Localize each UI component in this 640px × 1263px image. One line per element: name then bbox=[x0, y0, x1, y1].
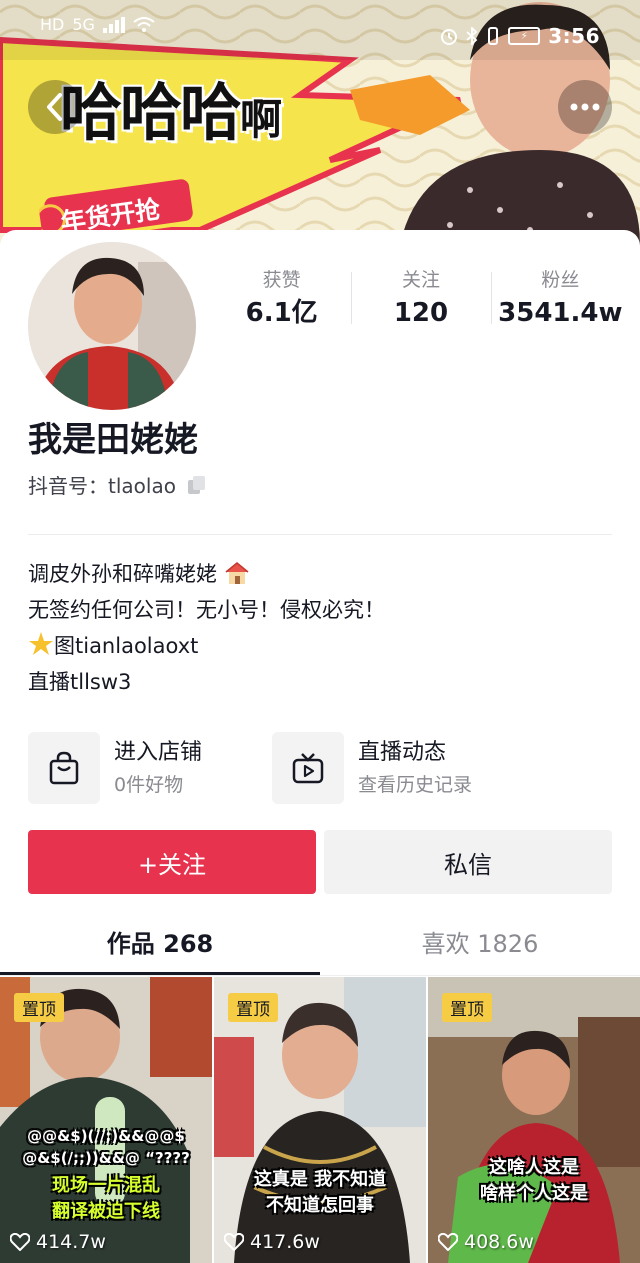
stat-likes-value: 6.1亿 bbox=[245, 298, 318, 328]
video-3-caption-2: 啥样个人这是 bbox=[480, 1183, 588, 1204]
douyin-id-label: 抖音号： bbox=[28, 474, 108, 498]
banner-title: 哈哈哈啊 bbox=[60, 62, 282, 152]
tv-play-icon bbox=[292, 753, 324, 784]
video-thumbnail[interactable]: 置顶 这真是 我不知道 不知道怎回事 417.6w bbox=[214, 977, 426, 1263]
stat-followers-label: 粉丝 bbox=[541, 269, 580, 291]
video-thumbnail[interactable]: 置顶 这啥人这是 啥样个人这是 408.6w bbox=[428, 977, 640, 1263]
shop-card[interactable]: 进入店铺 0件好物 bbox=[28, 730, 268, 806]
profile-nickname: 我是田姥姥 bbox=[28, 420, 198, 460]
bio-line-3: 图tianlaolaoxt bbox=[28, 628, 385, 664]
bio-line-2: 无签约任何公司！无小号！侵权必究！ bbox=[28, 598, 385, 622]
shop-icon-box bbox=[28, 732, 100, 804]
video-2-caption-1: 这真是 我不知道 bbox=[253, 1169, 387, 1190]
banner-title-small: 啊 bbox=[240, 95, 282, 144]
live-card-title: 直播动态 bbox=[358, 740, 447, 765]
profile-banner: HD 5G ⚡ 3:56 哈哈哈啊 年货开抢 bbox=[0, 0, 640, 245]
bio-line-3-text: 图tianlaolaoxt bbox=[54, 634, 199, 658]
video-thumbnail[interactable]: 置顶 @@&$)(//;)&&@@$ @&$(/;;))&&@ “???? 现场… bbox=[0, 977, 212, 1263]
content-tabs: 作品 268 喜欢 1826 bbox=[0, 910, 640, 976]
profile-panel: 获赞 6.1亿 关注 120 粉丝 3541.4w 我是田姥姥 抖音号：tlao… bbox=[0, 230, 640, 1263]
stat-likes-label: 获赞 bbox=[262, 269, 301, 291]
follow-button[interactable]: +关注 bbox=[28, 830, 316, 894]
back-button[interactable] bbox=[28, 80, 82, 134]
video-likes-count: 414.7w bbox=[36, 1231, 106, 1253]
tab-divider bbox=[0, 975, 640, 976]
video-likes: 414.7w bbox=[10, 1231, 106, 1253]
shortcut-cards: 进入店铺 0件好物 直播动态 查看历史记录 bbox=[28, 730, 612, 806]
stat-likes[interactable]: 获赞 6.1亿 bbox=[212, 266, 351, 330]
bio-line-1: 调皮外孙和碎嘴姥姥 bbox=[28, 556, 385, 592]
heart-icon bbox=[438, 1233, 458, 1251]
stat-followers-value: 3541.4w bbox=[498, 298, 623, 328]
more-dots-icon bbox=[570, 103, 600, 111]
douyin-id-value: tlaolao bbox=[108, 474, 176, 498]
copy-icon[interactable] bbox=[186, 474, 208, 496]
video-likes-count: 417.6w bbox=[250, 1231, 320, 1253]
avatar[interactable] bbox=[24, 238, 200, 414]
signal-icon bbox=[102, 17, 125, 33]
hd-icon: HD bbox=[40, 15, 65, 34]
chevron-left-icon bbox=[47, 93, 62, 121]
status-bar: HD 5G ⚡ 3:56 bbox=[0, 0, 640, 70]
banner-title-big: 哈哈哈 bbox=[60, 76, 242, 149]
message-button[interactable]: 私信 bbox=[324, 830, 612, 894]
video-1-caption-2: 翻译被迫下线 bbox=[52, 1201, 160, 1222]
header-divider bbox=[28, 534, 612, 535]
tab-likes[interactable]: 喜欢 1826 bbox=[320, 910, 640, 972]
video-1-caption-1: 现场一片混乱 bbox=[52, 1175, 160, 1196]
video-likes: 417.6w bbox=[224, 1231, 320, 1253]
heart-icon bbox=[224, 1233, 244, 1251]
video-grid: 置顶 @@&$)(//;)&&@@$ @&$(/;;))&&@ “???? 现场… bbox=[0, 977, 640, 1263]
avatar-image bbox=[28, 242, 196, 410]
video-likes: 408.6w bbox=[438, 1231, 534, 1253]
live-icon-box bbox=[272, 732, 344, 804]
bio-line-1-text: 调皮外孙和碎嘴姥姥 bbox=[28, 562, 217, 586]
house-icon bbox=[225, 562, 249, 584]
shopping-bag-icon bbox=[49, 751, 79, 785]
bio-line-4: 直播tllsw3 bbox=[28, 670, 132, 694]
battery-icon: ⚡ bbox=[508, 27, 541, 45]
shop-card-subtitle: 0件好物 bbox=[114, 774, 184, 796]
pin-badge: 置顶 bbox=[228, 993, 278, 1022]
pin-badge: 置顶 bbox=[14, 993, 64, 1022]
video-1-caption-small-2: @&$(/;;))&&@ “???? bbox=[22, 1149, 190, 1167]
live-card-subtitle: 查看历史记录 bbox=[358, 774, 473, 796]
vibrate-icon bbox=[488, 27, 499, 45]
status-time: 3:56 bbox=[548, 24, 600, 48]
douyin-id-row: 抖音号：tlaolao bbox=[28, 470, 208, 499]
more-button[interactable] bbox=[558, 80, 612, 134]
video-likes-count: 408.6w bbox=[464, 1231, 534, 1253]
alarm-icon bbox=[441, 29, 458, 45]
video-2-caption-2: 不知道怎回事 bbox=[266, 1195, 374, 1216]
pin-badge: 置顶 bbox=[442, 993, 492, 1022]
wifi-icon bbox=[133, 17, 155, 32]
tab-works[interactable]: 作品 268 bbox=[0, 910, 320, 972]
bio: 调皮外孙和碎嘴姥姥 无签约任何公司！无小号！侵权必究！ 图tianlaolaox… bbox=[28, 556, 385, 700]
stat-following-value: 120 bbox=[393, 298, 449, 328]
shop-card-title: 进入店铺 bbox=[114, 740, 203, 765]
star-icon bbox=[29, 632, 53, 655]
network-5g-icon: 5G bbox=[72, 15, 95, 34]
stats-row: 获赞 6.1亿 关注 120 粉丝 3541.4w bbox=[212, 266, 630, 330]
stat-following[interactable]: 关注 120 bbox=[351, 266, 490, 330]
video-3-caption-1: 这啥人这是 bbox=[489, 1157, 579, 1178]
bluetooth-icon bbox=[466, 27, 478, 45]
stat-followers[interactable]: 粉丝 3541.4w bbox=[490, 266, 630, 330]
stat-following-label: 关注 bbox=[401, 269, 440, 291]
live-card[interactable]: 直播动态 查看历史记录 bbox=[272, 730, 612, 806]
heart-icon bbox=[10, 1233, 30, 1251]
